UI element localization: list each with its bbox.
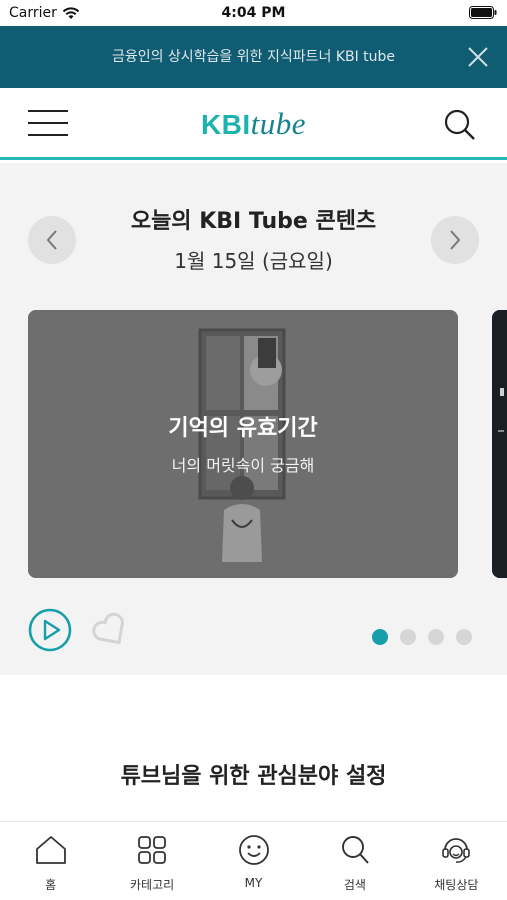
interests-title: 튜브님을 위한 관심분야 설정 xyxy=(120,764,387,789)
search-icon[interactable] xyxy=(443,108,477,142)
close-icon[interactable] xyxy=(467,46,489,68)
tab-category-label: 카테고리 xyxy=(130,878,175,892)
battery-icon xyxy=(469,6,497,19)
today-content-section: 오늘의 KBI Tube 콘텐츠 1월 15일 (금요일) 기억의 유효기간 너… xyxy=(0,163,507,675)
promo-banner[interactable]: 금융인의 상시학습을 위한 지식파트너 KBI tube xyxy=(0,26,507,88)
section-title: 오늘의 KBI Tube 콘텐츠 xyxy=(130,209,377,234)
card-illustration xyxy=(28,310,458,578)
tab-category[interactable]: 카테고리 xyxy=(101,822,202,900)
tab-my-label: MY xyxy=(244,876,263,890)
card-title: 기억의 유효기간 xyxy=(168,416,318,441)
play-icon[interactable] xyxy=(28,608,72,652)
headset-icon xyxy=(442,838,471,863)
carousel-dot[interactable] xyxy=(372,629,388,645)
chevron-right-icon xyxy=(450,230,461,250)
status-bar: Carrier 4:04 PM xyxy=(0,0,507,26)
carousel-dot[interactable] xyxy=(456,629,472,645)
logo-kbi: KBI xyxy=(200,109,251,140)
logo-tube: tube xyxy=(250,106,307,141)
banner-text: 금융인의 상시학습을 위한 지식파트너 KBI tube xyxy=(111,49,396,65)
bottom-tab-bar: 홈 카테고리 MY 검색 채팅상담 xyxy=(0,821,507,900)
heart-icon[interactable] xyxy=(88,611,134,651)
next-button[interactable] xyxy=(431,216,479,264)
tab-chat-support-label: 채팅상담 xyxy=(434,878,479,892)
search-icon xyxy=(341,836,369,864)
home-icon xyxy=(35,836,66,864)
grid-icon xyxy=(138,836,167,864)
next-card-peek[interactable] xyxy=(492,310,507,578)
app-header: KBItube xyxy=(0,88,507,160)
tab-my[interactable]: MY xyxy=(203,822,304,900)
next-card-illustration xyxy=(492,310,507,578)
tab-home[interactable]: 홈 xyxy=(0,822,101,900)
kbi-tube-logo[interactable]: KBItube xyxy=(0,106,507,142)
carousel-dot[interactable] xyxy=(400,629,416,645)
clock: 4:04 PM xyxy=(221,5,286,21)
tab-search[interactable]: 검색 xyxy=(304,822,405,900)
carousel-dot[interactable] xyxy=(428,629,444,645)
tab-chat-support[interactable]: 채팅상담 xyxy=(406,822,507,900)
tab-home-label: 홈 xyxy=(45,878,57,892)
carousel-indicator xyxy=(372,629,472,645)
tab-search-label: 검색 xyxy=(343,878,366,892)
content-card[interactable]: 기억의 유효기간 너의 머릿속이 궁금해 xyxy=(28,310,458,578)
smile-icon xyxy=(238,835,269,865)
section-date: 1월 15일 (금요일) xyxy=(174,249,333,273)
card-subtitle: 너의 머릿속이 궁금해 xyxy=(171,456,315,475)
